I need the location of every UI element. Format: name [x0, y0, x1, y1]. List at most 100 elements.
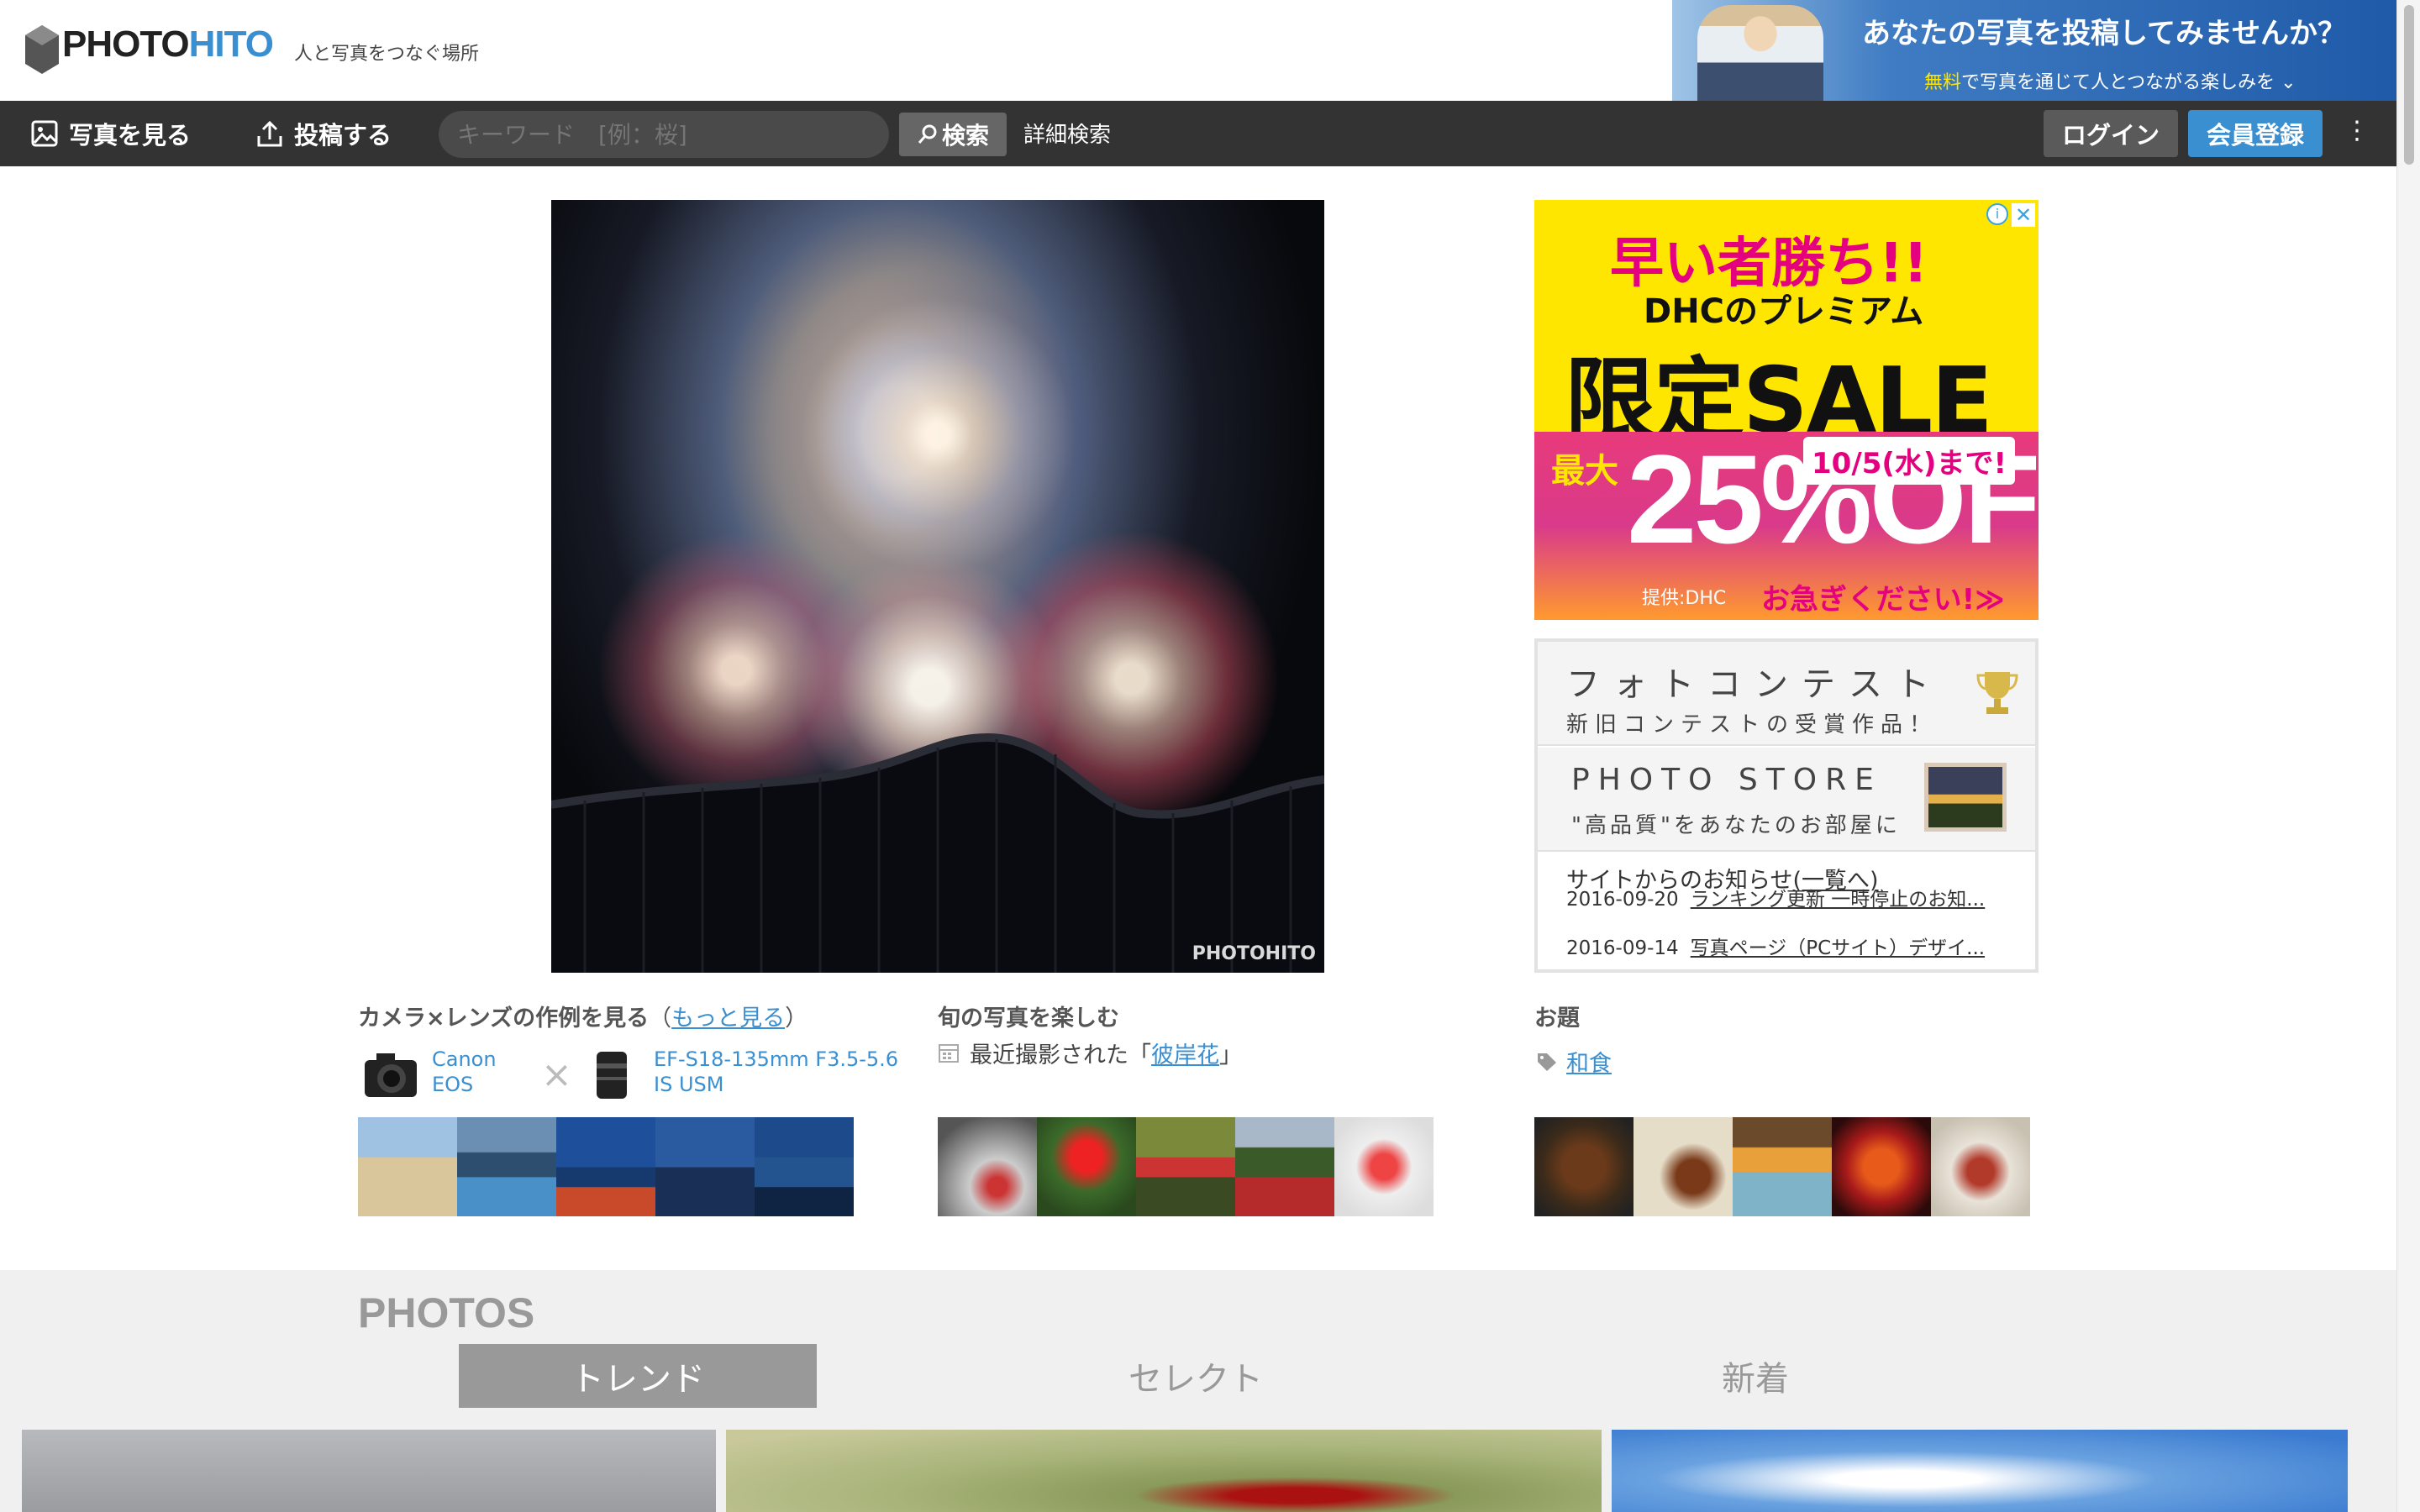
news-date: 2016-09-14: [1566, 937, 1679, 959]
photo-watermark: PHOTOHITO: [1192, 943, 1316, 964]
tag-icon: [1538, 1053, 1556, 1071]
seasonal-prefix: 最近撮影された「: [970, 1042, 1151, 1068]
camera-lens-title-text: カメラ×レンズの作例を見る: [358, 1005, 650, 1032]
trophy-icon: [1976, 672, 2018, 714]
news-text[interactable]: 写真ページ（PCサイト）デザイ...: [1691, 937, 1985, 959]
camera-brand: Canon: [432, 1047, 497, 1071]
camera-lens-thumbnails: [358, 1117, 854, 1216]
photo-card[interactable]: [22, 1430, 716, 1512]
browse-photos-label: 写真を見る: [69, 121, 192, 150]
topic-link[interactable]: 和食: [1566, 1045, 1612, 1078]
main-nav: 写真を見る 投稿する 検索 詳細検索 ログイン 会員登録 ⋮: [0, 101, 2396, 166]
banner-subline: 無料で写真を通じて人とつながる楽しみを ⌄: [1924, 67, 2296, 94]
seasonal-suffix: 」: [1219, 1042, 1242, 1068]
search-button[interactable]: 検索: [899, 113, 1007, 156]
thumbnail-photo[interactable]: [1136, 1117, 1235, 1216]
photos-heading: PHOTOS: [358, 1289, 535, 1336]
login-button[interactable]: ログイン: [2044, 110, 2178, 157]
lens-icon: [597, 1052, 627, 1099]
advanced-search-link[interactable]: 詳細検索: [1023, 118, 1111, 149]
seasonal-section-title: 旬の写真を楽しむ: [938, 1005, 1119, 1032]
site-tagline: 人と写真をつなぐ場所: [294, 44, 480, 65]
news-date: 2016-09-20: [1566, 889, 1679, 911]
banner-subline-text: で写真を通じて人とつながる楽しみを: [1961, 72, 2275, 93]
contest-subtitle: 新旧コンテストの受賞作品！: [1566, 712, 1939, 738]
site-header: PHOTOHITO 人と写真をつなぐ場所 あなたの写真を投稿してみませんか？ 無…: [0, 0, 2396, 101]
signup-button[interactable]: 会員登録: [2188, 110, 2323, 157]
post-photo-label: 投稿する: [294, 121, 392, 150]
chevron-down-icon: ⌄: [2281, 72, 2296, 93]
seasonal-keyword-link[interactable]: 彼岸花: [1151, 1042, 1219, 1068]
site-logo[interactable]: PHOTOHITO: [62, 24, 274, 66]
contest-title: フォトコンテスト: [1566, 665, 1943, 704]
thumbnail-photo[interactable]: [457, 1117, 556, 1216]
thumbnail-photo[interactable]: [1534, 1117, 1634, 1216]
image-icon: [31, 120, 58, 147]
lens-link[interactable]: EF-S18-135mm F3.5-5.6 IS USM: [654, 1047, 898, 1097]
calendar-icon: [939, 1044, 959, 1063]
roller-coaster-silhouette: [551, 732, 1324, 973]
thumbnail-photo[interactable]: [1037, 1117, 1136, 1216]
seasonal-description: 最近撮影された「彼岸花」: [970, 1037, 1242, 1069]
tab-trend[interactable]: トレンド: [459, 1344, 817, 1408]
thumbnail-photo[interactable]: [755, 1117, 854, 1216]
page-scrollbar[interactable]: [2396, 0, 2420, 1512]
lens-name: EF-S18-135mm F3.5-5.6: [654, 1047, 899, 1071]
thumbnail-photo[interactable]: [655, 1117, 755, 1216]
thumbnail-photo[interactable]: [1733, 1117, 1832, 1216]
logo-hexagon-icon[interactable]: [24, 24, 60, 76]
logo-part-photo: PHOTO: [62, 24, 190, 65]
photo-card[interactable]: [1612, 1430, 2348, 1512]
search-button-label: 検索: [941, 122, 989, 150]
ad-max-label: 最大: [1551, 452, 1618, 491]
photos-section: PHOTOS トレンド セレクト 新着: [0, 1270, 2396, 1512]
see-more-link[interactable]: もっと見る: [671, 1005, 785, 1032]
ad-provider: 提供:DHC: [1642, 588, 1727, 609]
news-item[interactable]: 2016-09-20 ランキング更新 一時停止のお知...: [1566, 889, 2020, 911]
photo-card[interactable]: [726, 1430, 1602, 1512]
seasonal-thumbnails: [938, 1117, 1434, 1216]
store-title: PHOTO STORE: [1571, 763, 1882, 797]
photo-contest-banner[interactable]: フォトコンテスト 新旧コンテストの受賞作品！: [1538, 642, 2035, 746]
lens-name-suffix: IS USM: [654, 1073, 724, 1096]
post-photo-link[interactable]: 投稿する: [255, 116, 392, 151]
thumbnail-photo[interactable]: [1235, 1117, 1334, 1216]
banner-photographer-image: [1697, 5, 1823, 101]
store-subtitle: "高品質"をあなたのお部屋に: [1571, 813, 1901, 838]
photo-store-banner[interactable]: PHOTO STORE "高品質"をあなたのお部屋に: [1538, 748, 2035, 852]
browse-photos-link[interactable]: 写真を見る: [30, 116, 191, 151]
news-item[interactable]: 2016-09-14 写真ページ（PCサイト）デザイ...: [1566, 937, 2020, 959]
thumbnail-photo[interactable]: [1931, 1117, 2030, 1216]
banner-headline: あなたの写真を投稿してみませんか？: [1862, 17, 2346, 50]
ad-cta: お急ぎください!≫: [1761, 583, 2005, 617]
ad-brand-line: DHCのプレミアム: [1644, 292, 1924, 331]
ad-info-icon[interactable]: i: [1986, 203, 2008, 225]
thumbnail-photo[interactable]: [938, 1117, 1037, 1216]
thumbnail-photo[interactable]: [358, 1117, 457, 1216]
tab-new[interactable]: 新着: [1576, 1344, 1934, 1408]
cross-icon: ×: [541, 1053, 572, 1096]
ad-close-icon[interactable]: ✕: [2012, 203, 2035, 227]
featured-photo[interactable]: PHOTOHITO: [551, 200, 1324, 973]
topic-thumbnails: [1534, 1117, 2030, 1216]
logo-part-hito: HITO: [188, 24, 274, 65]
banner-free-label: 無料: [1924, 72, 1962, 93]
camera-model: EOS: [432, 1073, 474, 1096]
camera-lens-section-title: カメラ×レンズの作例を見る（もっと見る）: [358, 1005, 808, 1032]
tab-select[interactable]: セレクト: [1017, 1344, 1375, 1408]
search-icon: [918, 124, 937, 144]
thumbnail-photo[interactable]: [1832, 1117, 1931, 1216]
thumbnail-photo[interactable]: [1634, 1117, 1733, 1216]
dhc-advertisement[interactable]: 早い者勝ち!! DHCのプレミアム 限定SALE 最大 25%OFF 10/5(…: [1534, 200, 2039, 620]
more-menu-icon[interactable]: ⋮: [2344, 116, 2370, 145]
search-input[interactable]: [439, 111, 889, 158]
scrollbar-thumb[interactable]: [2404, 5, 2414, 165]
thumbnail-photo[interactable]: [1334, 1117, 1434, 1216]
camera-icon: [365, 1053, 417, 1097]
promo-banner[interactable]: あなたの写真を投稿してみませんか？ 無料で写真を通じて人とつながる楽しみを ⌄: [1672, 0, 2396, 101]
news-text[interactable]: ランキング更新 一時停止のお知...: [1691, 889, 1986, 911]
topic-section-title: お題: [1534, 1005, 1580, 1032]
thumbnail-photo[interactable]: [556, 1117, 655, 1216]
camera-body-link[interactable]: Canon EOS: [432, 1047, 497, 1097]
framed-photo-image: [1924, 763, 2007, 832]
